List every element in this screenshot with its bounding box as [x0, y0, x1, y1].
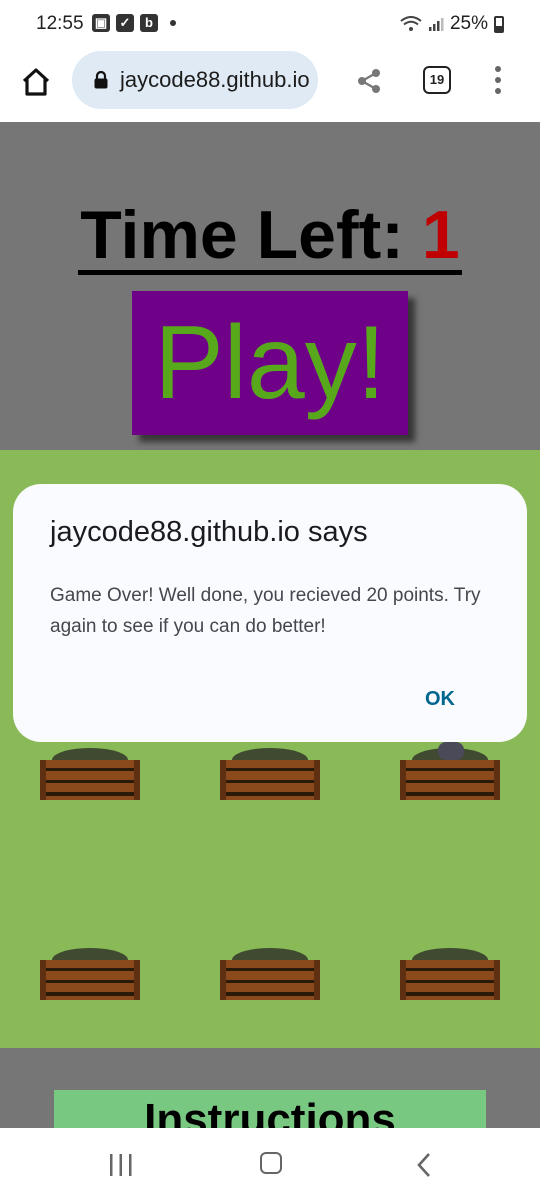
- dialog-title: jaycode88.github.io says: [50, 516, 368, 548]
- status-time: 12:55: [36, 13, 84, 34]
- back-icon[interactable]: [414, 1152, 434, 1178]
- recent-apps-icon[interactable]: [108, 1154, 134, 1176]
- alert-dialog: jaycode88.github.io says Game Over! Well…: [13, 484, 527, 742]
- address-bar[interactable]: jaycode88.github.io: [72, 51, 318, 109]
- share-icon[interactable]: [354, 66, 384, 96]
- home-icon[interactable]: [16, 62, 56, 102]
- system-navigation-bar: [0, 1128, 540, 1200]
- more-notifications-dot-icon: [170, 20, 176, 26]
- battery-percent: 25%: [449, 13, 488, 34]
- signal-icon: [428, 18, 444, 31]
- browser-toolbar: jaycode88.github.io 19: [0, 48, 540, 122]
- url-text: jaycode88.github.io: [120, 67, 310, 92]
- b-icon: b: [140, 14, 158, 32]
- status-right: 25%: [400, 13, 504, 35]
- lock-icon: [94, 71, 108, 89]
- more-options-icon[interactable]: [488, 66, 508, 96]
- image-icon: ▣: [92, 14, 110, 32]
- notification-icons: ▣ ✓ b: [92, 14, 176, 32]
- dialog-message: Game Over! Well done, you recieved 20 po…: [50, 585, 481, 637]
- wifi-icon: [400, 16, 422, 31]
- battery-icon: [494, 15, 504, 33]
- tab-switcher-button[interactable]: 19: [423, 66, 451, 94]
- home-nav-icon[interactable]: [260, 1152, 282, 1174]
- ok-button[interactable]: OK: [425, 688, 455, 711]
- status-bar: 12:55 ▣ ✓ b 25%: [0, 0, 540, 48]
- check-icon: ✓: [116, 14, 134, 32]
